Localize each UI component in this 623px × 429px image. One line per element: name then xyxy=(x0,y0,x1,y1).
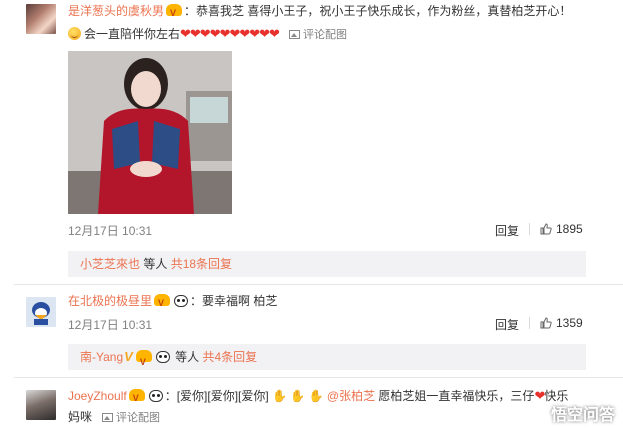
divider xyxy=(529,223,530,235)
username-link[interactable]: JoeyZhoulf xyxy=(68,389,127,403)
reply-button[interactable]: 回复 xyxy=(495,316,519,333)
avatar-illustration xyxy=(26,297,56,327)
comment-text: 要幸福啊 柏芝 xyxy=(202,294,278,308)
comment-text-4: 妈咪 xyxy=(68,410,93,424)
sub-reply-user[interactable]: 小芝芝來也 xyxy=(80,257,140,271)
reply-button[interactable]: 回复 xyxy=(495,222,519,239)
panda-icon xyxy=(148,390,163,402)
like-count: 1359 xyxy=(556,316,583,330)
comment-line-2: 会一直陪伴你左右❤❤❤❤❤❤❤❤❤❤ 评论配图 xyxy=(68,24,347,45)
comment-divider xyxy=(14,284,623,285)
face-smile-icon xyxy=(68,27,81,40)
comment-line: JoeyZhoulf：[爱你][爱你][爱你] ✋ ✋ ✋ @张柏芝 愿柏芝姐一… xyxy=(68,386,568,408)
comment-text-2: 愿柏芝姐一直幸福快乐，三仔 xyxy=(375,389,535,403)
comment-text: ：恭喜我芝 喜得小王子，祝小王子快乐成长，作为粉丝，真替柏芝开心！ xyxy=(184,4,572,18)
avatar[interactable] xyxy=(26,297,56,327)
sub-reply-bar[interactable]: 小芝芝來也 等人 共18条回复 xyxy=(68,251,586,277)
sub-reply-mid: 等人 xyxy=(171,350,203,364)
sub-reply-mid: 等人 xyxy=(140,257,171,271)
vip-badge-icon xyxy=(166,3,183,23)
comment-text-2: 会一直陪伴你左右 xyxy=(84,27,181,41)
vip-badge-icon xyxy=(128,388,145,408)
username-link[interactable]: 在北极的极昼里 xyxy=(68,294,152,308)
comment-line-2: 妈咪 评论配图 xyxy=(68,407,160,428)
comment-line: 是洋葱头的虞秋男 ：恭喜我芝 喜得小王子，祝小王子快乐成长，作为粉丝，真替柏芝开心… xyxy=(68,1,572,23)
mention-link[interactable]: @张柏芝 xyxy=(327,389,375,403)
comment-text: [爱你][爱你][爱你] xyxy=(176,389,269,403)
divider xyxy=(529,317,530,329)
comment-divider xyxy=(14,377,623,378)
comment-picture-link[interactable]: 评论配图 xyxy=(102,412,160,424)
panda-icon xyxy=(155,351,170,363)
like-button[interactable]: 1895 xyxy=(540,222,583,236)
sub-reply-count[interactable]: 共4条回复 xyxy=(202,350,257,364)
sub-reply-user[interactable]: 南-Yang xyxy=(80,350,123,364)
watermark: 悟空问答 xyxy=(529,401,615,425)
comment-timestamp: 12月17日 10:31 xyxy=(68,318,153,332)
comment-picture-link[interactable]: 评论配图 xyxy=(288,29,347,41)
thumb-up-icon xyxy=(540,223,552,235)
comment-line: 在北极的极昼里：要幸福啊 柏芝 xyxy=(68,291,278,313)
picture-icon xyxy=(102,413,114,422)
avatar[interactable] xyxy=(26,4,56,34)
sub-reply-bar[interactable]: 南-YangV 等人 共4条回复 xyxy=(68,344,586,375)
like-count: 1895 xyxy=(556,222,583,236)
username-link[interactable]: 是洋葱头的虞秋男 xyxy=(68,4,164,18)
v-badge-icon: V xyxy=(124,349,133,364)
panda-icon xyxy=(174,295,189,307)
avatar[interactable] xyxy=(26,390,56,420)
thumb-up-icon xyxy=(540,317,552,329)
heart-icon: ❤❤❤❤❤❤❤❤❤❤ xyxy=(180,26,280,41)
vip-badge-icon xyxy=(135,349,152,375)
sub-reply-count[interactable]: 共18条回复 xyxy=(171,257,232,271)
picture-icon xyxy=(288,30,300,39)
comment-photo[interactable] xyxy=(68,51,232,214)
wukong-logo-icon xyxy=(529,406,548,424)
vip-badge-icon xyxy=(154,293,171,313)
photo-illustration xyxy=(68,51,232,214)
like-button[interactable]: 1359 xyxy=(540,316,583,330)
comment-timestamp: 12月17日 10:31 xyxy=(68,224,153,238)
